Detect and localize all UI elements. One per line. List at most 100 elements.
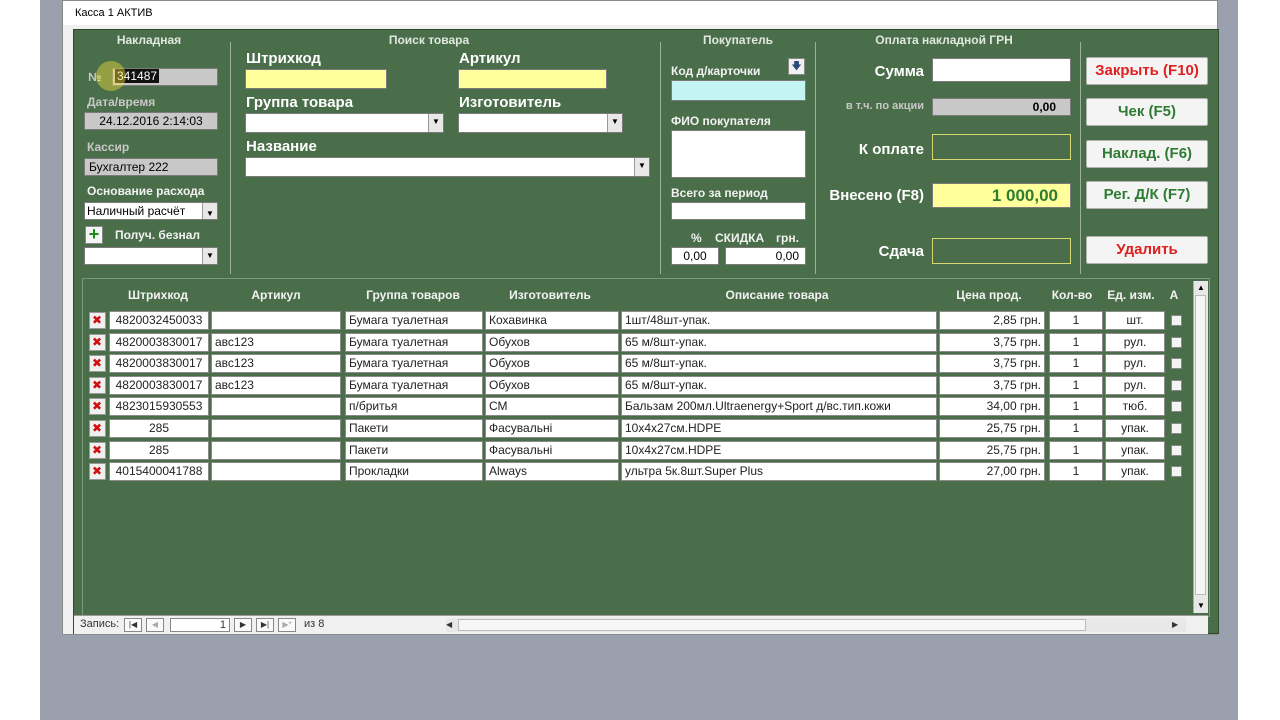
barcode-input[interactable] [245,69,387,89]
table-cell-barcode[interactable]: 4823015930553 [109,397,209,417]
row-checkbox[interactable] [1171,423,1182,434]
table-cell-unit[interactable]: шт. [1105,311,1165,330]
table-cell-maker[interactable]: СМ [485,397,619,417]
table-cell-group[interactable]: Пакети [345,419,483,438]
table-cell-maker[interactable]: Always [485,462,619,482]
table-cell-barcode[interactable]: 4820003830017 [109,375,209,395]
new-record-icon[interactable]: ▶* [278,618,296,632]
row-checkbox[interactable] [1171,315,1182,326]
table-cell-group[interactable]: Бумага туалетная [345,375,483,395]
table-cell-maker[interactable]: Кохавинка [485,311,619,330]
table-cell-group[interactable]: п/бритья [345,397,483,417]
table-cell-barcode[interactable]: 285 [109,419,209,438]
expense-basis-select[interactable]: Наличный расчёт [84,202,218,220]
table-cell-unit[interactable]: рул. [1105,375,1165,395]
register-card-button[interactable]: Рег. Д/К (F7) [1086,181,1208,209]
table-cell-article[interactable] [211,311,341,330]
delete-row-icon[interactable] [89,355,106,373]
table-cell-qty[interactable]: 1 [1049,354,1103,374]
table-cell-desc[interactable]: 1шт/48шт-упак. [621,311,937,330]
table-cell-group[interactable]: Прокладки [345,462,483,482]
table-cell-group[interactable]: Бумага туалетная [345,311,483,330]
delete-row-icon[interactable] [89,441,106,459]
table-cell-article[interactable] [211,397,341,417]
table-cell-barcode[interactable]: 4820032450033 [109,311,209,330]
table-cell-qty[interactable]: 1 [1049,397,1103,417]
table-cell-price[interactable]: 25,75 грн. [939,440,1045,460]
table-cell-desc[interactable]: 10х4х27см.HDPE [621,419,937,438]
delete-row-icon[interactable] [89,376,106,394]
card-code-input[interactable] [671,80,806,101]
table-cell-barcode[interactable]: 4015400041788 [109,462,209,482]
row-checkbox[interactable] [1171,401,1182,413]
buyer-name-field[interactable] [671,130,806,178]
delete-row-icon[interactable] [89,398,106,416]
row-checkbox[interactable] [1171,379,1182,391]
table-cell-desc[interactable]: 10х4х27см.HDPE [621,440,937,460]
next-record-icon[interactable]: ▶ [234,618,252,632]
chevron-down-icon[interactable] [202,203,217,219]
table-cell-unit[interactable]: упак. [1105,462,1165,482]
table-cell-price[interactable]: 2,85 грн. [939,311,1045,330]
table-cell-article[interactable] [211,419,341,438]
chevron-down-icon[interactable]: ▼ [1194,599,1208,613]
table-cell-price[interactable]: 3,75 грн. [939,375,1045,395]
delete-button[interactable]: Удалить [1086,236,1208,264]
table-cell-article[interactable]: авс123 [211,354,341,374]
row-checkbox[interactable] [1171,444,1182,456]
table-cell-article[interactable] [211,462,341,482]
add-icon[interactable]: + [85,225,103,244]
close-button[interactable]: Закрыть (F10) [1086,57,1208,85]
chevron-down-icon[interactable] [607,114,622,132]
table-cell-desc[interactable]: ультра 5к.8шт.Super Plus [621,462,937,482]
table-cell-article[interactable]: авс123 [211,375,341,395]
row-checkbox[interactable] [1171,358,1182,370]
table-cell-article[interactable] [211,440,341,460]
first-record-icon[interactable]: |◀ [124,618,142,632]
manufacturer-select[interactable] [458,113,623,133]
table-cell-barcode[interactable]: 4820003830017 [109,332,209,352]
chevron-up-icon[interactable]: ▲ [1194,281,1208,295]
horizontal-scrollbar[interactable]: ◀ ▶ [446,618,1186,632]
table-cell-group[interactable]: Бумага туалетная [345,332,483,352]
table-cell-article[interactable]: авс123 [211,332,341,352]
table-cell-price[interactable]: 27,00 грн. [939,462,1045,482]
table-cell-qty[interactable]: 1 [1049,440,1103,460]
row-checkbox[interactable] [1171,336,1182,348]
table-cell-unit[interactable]: упак. [1105,440,1165,460]
previous-record-icon[interactable]: ◀ [146,618,164,632]
discount-pct-field[interactable]: 0,00 [671,247,719,265]
table-cell-unit[interactable]: рул. [1105,332,1165,352]
chevron-left-icon[interactable]: ◀ [446,618,458,632]
invoice-number-field[interactable]: 341487 [112,68,218,86]
table-cell-qty[interactable]: 1 [1049,311,1103,330]
table-cell-maker[interactable]: Обухов [485,375,619,395]
chevron-down-icon[interactable] [634,158,649,176]
table-cell-desc[interactable]: Бальзам 200мл.Ultraenergy+Sport д/вс.тип… [621,397,937,417]
scroll-thumb[interactable] [1195,295,1206,595]
download-icon[interactable]: 🡇 [788,58,805,75]
table-cell-maker[interactable]: Фасувальні [485,440,619,460]
table-cell-maker[interactable]: Фасувальні [485,419,619,438]
delete-row-icon[interactable] [89,312,106,329]
chevron-down-icon[interactable] [428,114,443,132]
table-cell-unit[interactable]: рул. [1105,354,1165,374]
table-cell-group[interactable]: Пакети [345,440,483,460]
table-cell-price[interactable]: 3,75 грн. [939,354,1045,374]
table-cell-group[interactable]: Бумага туалетная [345,354,483,374]
table-cell-maker[interactable]: Обухов [485,354,619,374]
cashless-select[interactable] [84,247,218,265]
article-input[interactable] [458,69,607,89]
product-group-select[interactable] [245,113,444,133]
table-cell-barcode[interactable]: 285 [109,440,209,460]
table-cell-price[interactable]: 25,75 грн. [939,419,1045,438]
scroll-thumb[interactable] [458,619,1086,631]
record-number-input[interactable]: 1 [170,618,230,632]
table-cell-desc[interactable]: 65 м/8шт-упак. [621,375,937,395]
product-name-select[interactable] [245,157,650,177]
vertical-scrollbar[interactable]: ▲ ▼ [1193,281,1208,613]
table-cell-qty[interactable]: 1 [1049,375,1103,395]
table-cell-unit[interactable]: упак. [1105,419,1165,438]
table-cell-qty[interactable]: 1 [1049,419,1103,438]
table-cell-unit[interactable]: тюб. [1105,397,1165,417]
